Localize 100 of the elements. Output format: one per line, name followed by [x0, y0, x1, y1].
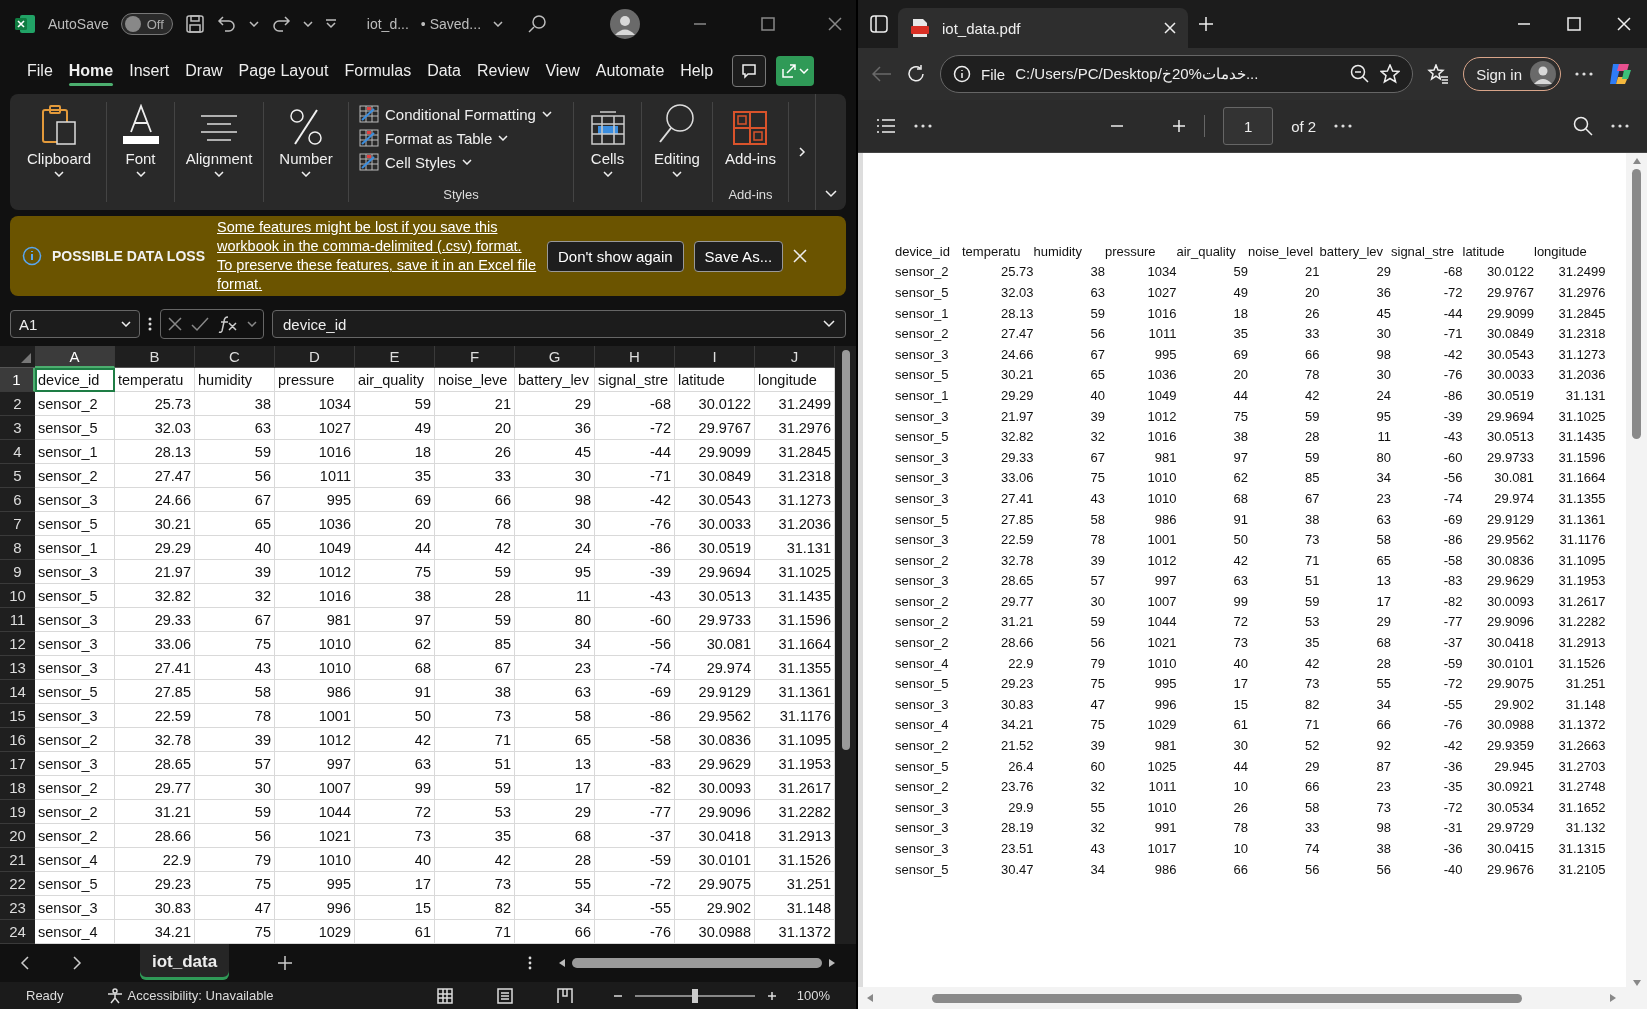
sheet-tab[interactable]: iot_data — [140, 944, 230, 980]
caret-icon[interactable] — [302, 21, 313, 27]
share-button[interactable] — [776, 56, 815, 86]
zoom-in-icon[interactable] — [766, 990, 777, 1001]
contents-icon[interactable] — [876, 118, 896, 134]
caret-icon[interactable] — [493, 21, 503, 27]
row-header[interactable]: 10 — [0, 584, 35, 608]
row-header[interactable]: 15 — [0, 704, 35, 728]
menu-tab[interactable]: Formulas — [337, 56, 419, 86]
menu-tab[interactable]: Home — [61, 56, 121, 86]
customize-icon[interactable] — [324, 19, 337, 29]
ribbon-button[interactable]: Number — [273, 102, 339, 177]
ribbon-button[interactable]: Add-ins — [719, 102, 782, 167]
row-header[interactable]: 2 — [0, 392, 35, 416]
favorites-icon[interactable] — [1427, 64, 1450, 84]
scrollbar[interactable] — [835, 346, 856, 944]
more-icon[interactable] — [1575, 72, 1593, 76]
column-header[interactable]: G — [515, 346, 595, 368]
avatar-icon[interactable] — [610, 9, 641, 39]
expand-icon[interactable] — [798, 146, 806, 158]
function-icon[interactable] — [217, 315, 239, 333]
style-menu-button[interactable]: Conditional Formatting — [353, 102, 558, 126]
menu-tab[interactable]: Help — [673, 56, 721, 86]
style-menu-button[interactable]: Format as Table — [353, 126, 515, 150]
autosave-toggle[interactable]: Off — [120, 13, 173, 35]
row-header[interactable]: 16 — [0, 728, 35, 752]
zoom-in-icon[interactable] — [1172, 119, 1187, 133]
ribbon-button[interactable]: Cells — [583, 102, 632, 177]
zoom-out-icon[interactable] — [1350, 64, 1371, 84]
ribbon-button[interactable]: Editing — [648, 102, 706, 177]
zoom-slider[interactable] — [634, 988, 755, 1003]
search-icon[interactable] — [527, 14, 547, 34]
accessibility-icon[interactable] — [105, 987, 124, 1004]
column-header[interactable]: C — [195, 346, 275, 368]
row-header[interactable]: 24 — [0, 920, 35, 944]
column-header[interactable]: J — [755, 346, 835, 368]
style-menu-button[interactable]: Cell Styles — [353, 150, 478, 174]
row-header[interactable]: 13 — [0, 656, 35, 680]
assistant-logo-icon[interactable] — [1607, 61, 1633, 87]
scrollbar-thumb[interactable] — [841, 350, 850, 750]
name-box[interactable]: A1 — [10, 310, 140, 338]
row-header[interactable]: 4 — [0, 440, 35, 464]
normal-view-icon[interactable] — [436, 987, 453, 1004]
next-sheet-icon[interactable] — [72, 956, 82, 970]
horizontal-scrollbar[interactable] — [858, 987, 1647, 1009]
save-icon[interactable] — [184, 14, 205, 34]
column-header[interactable]: I — [675, 346, 755, 368]
notice-button[interactable]: Don't show again — [547, 240, 684, 272]
menu-tab[interactable]: Page Layout — [231, 56, 336, 86]
caret-icon[interactable] — [247, 321, 257, 327]
menu-tab[interactable]: Data — [420, 56, 468, 86]
scrollbar-thumb[interactable] — [932, 993, 1522, 1003]
star-icon[interactable] — [1380, 64, 1401, 84]
page-break-icon[interactable] — [556, 987, 573, 1004]
menu-tab[interactable]: Automate — [588, 56, 672, 86]
previous-sheet-icon[interactable] — [20, 956, 30, 970]
page-layout-icon[interactable] — [496, 987, 513, 1004]
column-header[interactable]: D — [275, 346, 355, 368]
search-icon[interactable] — [1573, 116, 1593, 136]
menu-tab[interactable]: View — [538, 56, 587, 86]
new-tab-icon[interactable] — [1198, 16, 1214, 32]
row-header[interactable]: 19 — [0, 800, 35, 824]
chevron-down-icon[interactable] — [825, 190, 837, 198]
more-icon[interactable] — [1611, 124, 1629, 128]
more-icon[interactable] — [1334, 124, 1353, 128]
page-number-field[interactable]: 1 — [1223, 107, 1274, 145]
row-header[interactable]: 12 — [0, 632, 35, 656]
column-header[interactable]: B — [115, 346, 195, 368]
row-header[interactable]: 22 — [0, 872, 35, 896]
ribbon-button[interactable]: Clipboard — [20, 102, 98, 177]
menu-tab[interactable]: Draw — [178, 56, 230, 86]
reload-icon[interactable] — [906, 64, 926, 84]
row-header[interactable]: 8 — [0, 536, 35, 560]
menu-tab[interactable]: Insert — [122, 56, 177, 86]
row-header[interactable]: 23 — [0, 896, 35, 920]
chevron-down-icon[interactable] — [823, 320, 835, 328]
browser-tab[interactable]: iot_data.pdf — [898, 8, 1188, 48]
caret-icon[interactable] — [248, 21, 259, 27]
row-header[interactable]: 14 — [0, 680, 35, 704]
row-header[interactable]: 6 — [0, 488, 35, 512]
row-header[interactable]: 21 — [0, 848, 35, 872]
ribbon-button[interactable]: Alignment — [179, 102, 259, 177]
menu-tab[interactable]: Review — [469, 56, 537, 86]
row-header[interactable]: 20 — [0, 824, 35, 848]
cancel-icon[interactable] — [167, 316, 183, 332]
select-all-button[interactable] — [0, 346, 35, 368]
row-header[interactable]: 9 — [0, 560, 35, 584]
more-icon[interactable] — [528, 956, 532, 970]
row-header[interactable]: 17 — [0, 752, 35, 776]
add-sheet-icon[interactable] — [277, 955, 294, 971]
comments-button[interactable] — [732, 55, 767, 87]
more-icon[interactable] — [914, 124, 932, 128]
row-header[interactable]: 1 — [0, 368, 35, 392]
accessibility-status[interactable]: Accessibility: Unavailable — [127, 988, 274, 1003]
notice-button[interactable]: Save As... — [693, 240, 784, 272]
scrollbar-thumb[interactable] — [1632, 169, 1641, 439]
menu-tab[interactable]: File — [20, 56, 60, 86]
formula-field[interactable]: device_id — [272, 310, 846, 338]
sidebar-icon[interactable] — [870, 15, 888, 33]
ribbon-button[interactable]: Font — [116, 102, 165, 177]
